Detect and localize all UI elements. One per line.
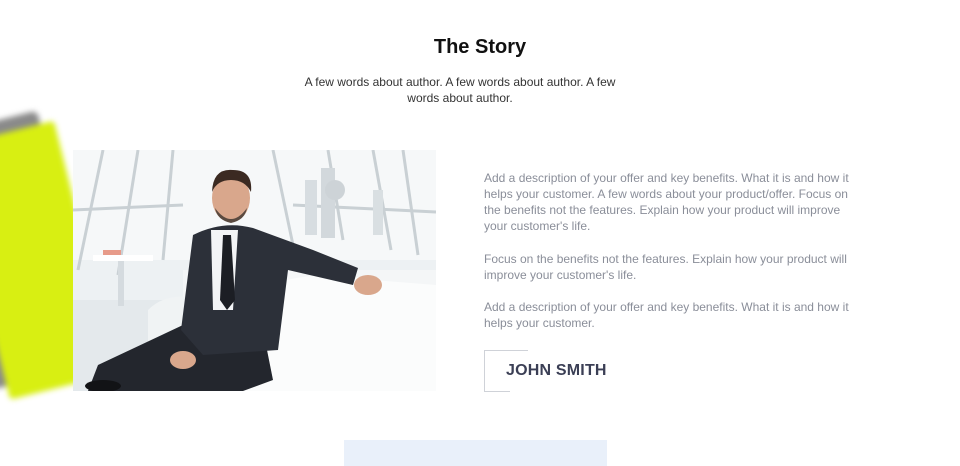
description-paragraph: Add a description of your offer and key …	[484, 300, 849, 330]
bracket-decoration	[484, 350, 485, 392]
section-title: The Story	[433, 36, 527, 58]
bracket-decoration	[484, 391, 510, 392]
author-photo	[73, 150, 436, 391]
description-paragraph: Add a description of your offer and key …	[484, 171, 849, 233]
section-subtitle: A few words about author. A few words ab…	[304, 75, 616, 105]
author-name: JOHN SMITH	[506, 362, 607, 379]
story-section: The Story A few words about author. A fe…	[0, 0, 960, 466]
author-signature: JOHN SMITH	[484, 350, 684, 392]
description-paragraph: Focus on the benefits not the features. …	[484, 252, 847, 282]
bracket-decoration	[484, 350, 528, 351]
next-section-preview	[344, 440, 607, 466]
